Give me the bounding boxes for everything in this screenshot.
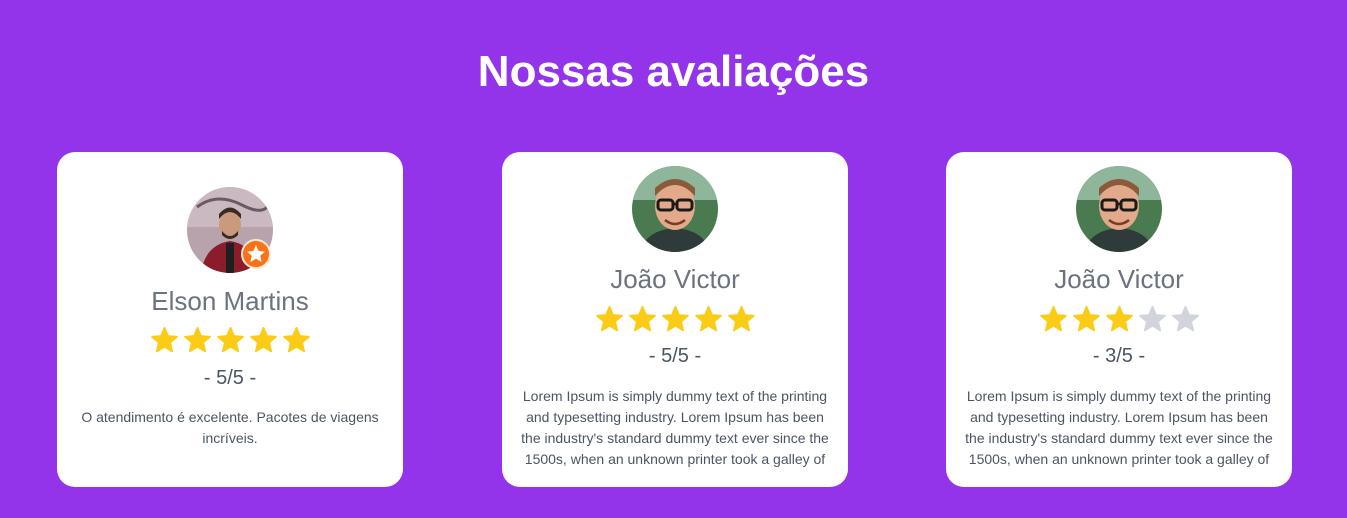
star-filled-icon [661, 305, 690, 333]
review-card: João Victor - 3/5 - Lorem Ipsum is simpl… [946, 152, 1292, 487]
avatar [187, 187, 273, 273]
review-text: Lorem Ipsum is simply dummy text of the … [965, 388, 1273, 467]
review-card: João Victor - 5/5 - Lorem Ipsum is simpl… [502, 152, 848, 487]
star-rating [502, 305, 848, 333]
avatar [1076, 166, 1162, 252]
star-rating [57, 326, 403, 354]
star-filled-icon [1105, 305, 1134, 333]
user-avatar-photo [632, 166, 718, 252]
reviews-section: Nossas avaliações Elson Martins - 5/5 - [0, 0, 1347, 518]
star-badge-icon [241, 239, 271, 269]
star-filled-icon [150, 326, 179, 354]
reviewer-name: João Victor [610, 264, 740, 294]
star-rating [946, 305, 1292, 333]
review-text: Lorem Ipsum is simply dummy text of the … [521, 388, 829, 467]
avatar [632, 166, 718, 252]
reviewer-name: João Victor [1054, 264, 1184, 294]
star-filled-icon [183, 326, 212, 354]
star-filled-icon [727, 305, 756, 333]
star-filled-icon [216, 326, 245, 354]
star-filled-icon [249, 326, 278, 354]
star-empty-icon [1138, 305, 1167, 333]
star-filled-icon [282, 326, 311, 354]
star-filled-icon [694, 305, 723, 333]
star-empty-icon [1171, 305, 1200, 333]
user-avatar-photo [1076, 166, 1162, 252]
rating-score: - 5/5 - [203, 367, 257, 389]
star-filled-icon [1039, 305, 1068, 333]
star-filled-icon [595, 305, 624, 333]
rating-score: - 5/5 - [648, 345, 702, 367]
reviewer-name: Elson Martins [151, 286, 309, 316]
star-filled-icon [628, 305, 657, 333]
section-title: Nossas avaliações [477, 47, 870, 96]
star-filled-icon [1072, 305, 1101, 333]
review-card: Elson Martins - 5/5 - O atendimento é ex… [57, 152, 403, 487]
rating-score: - 3/5 - [1092, 345, 1146, 367]
review-text: O atendimento é excelente. Pacotes de vi… [81, 409, 379, 446]
